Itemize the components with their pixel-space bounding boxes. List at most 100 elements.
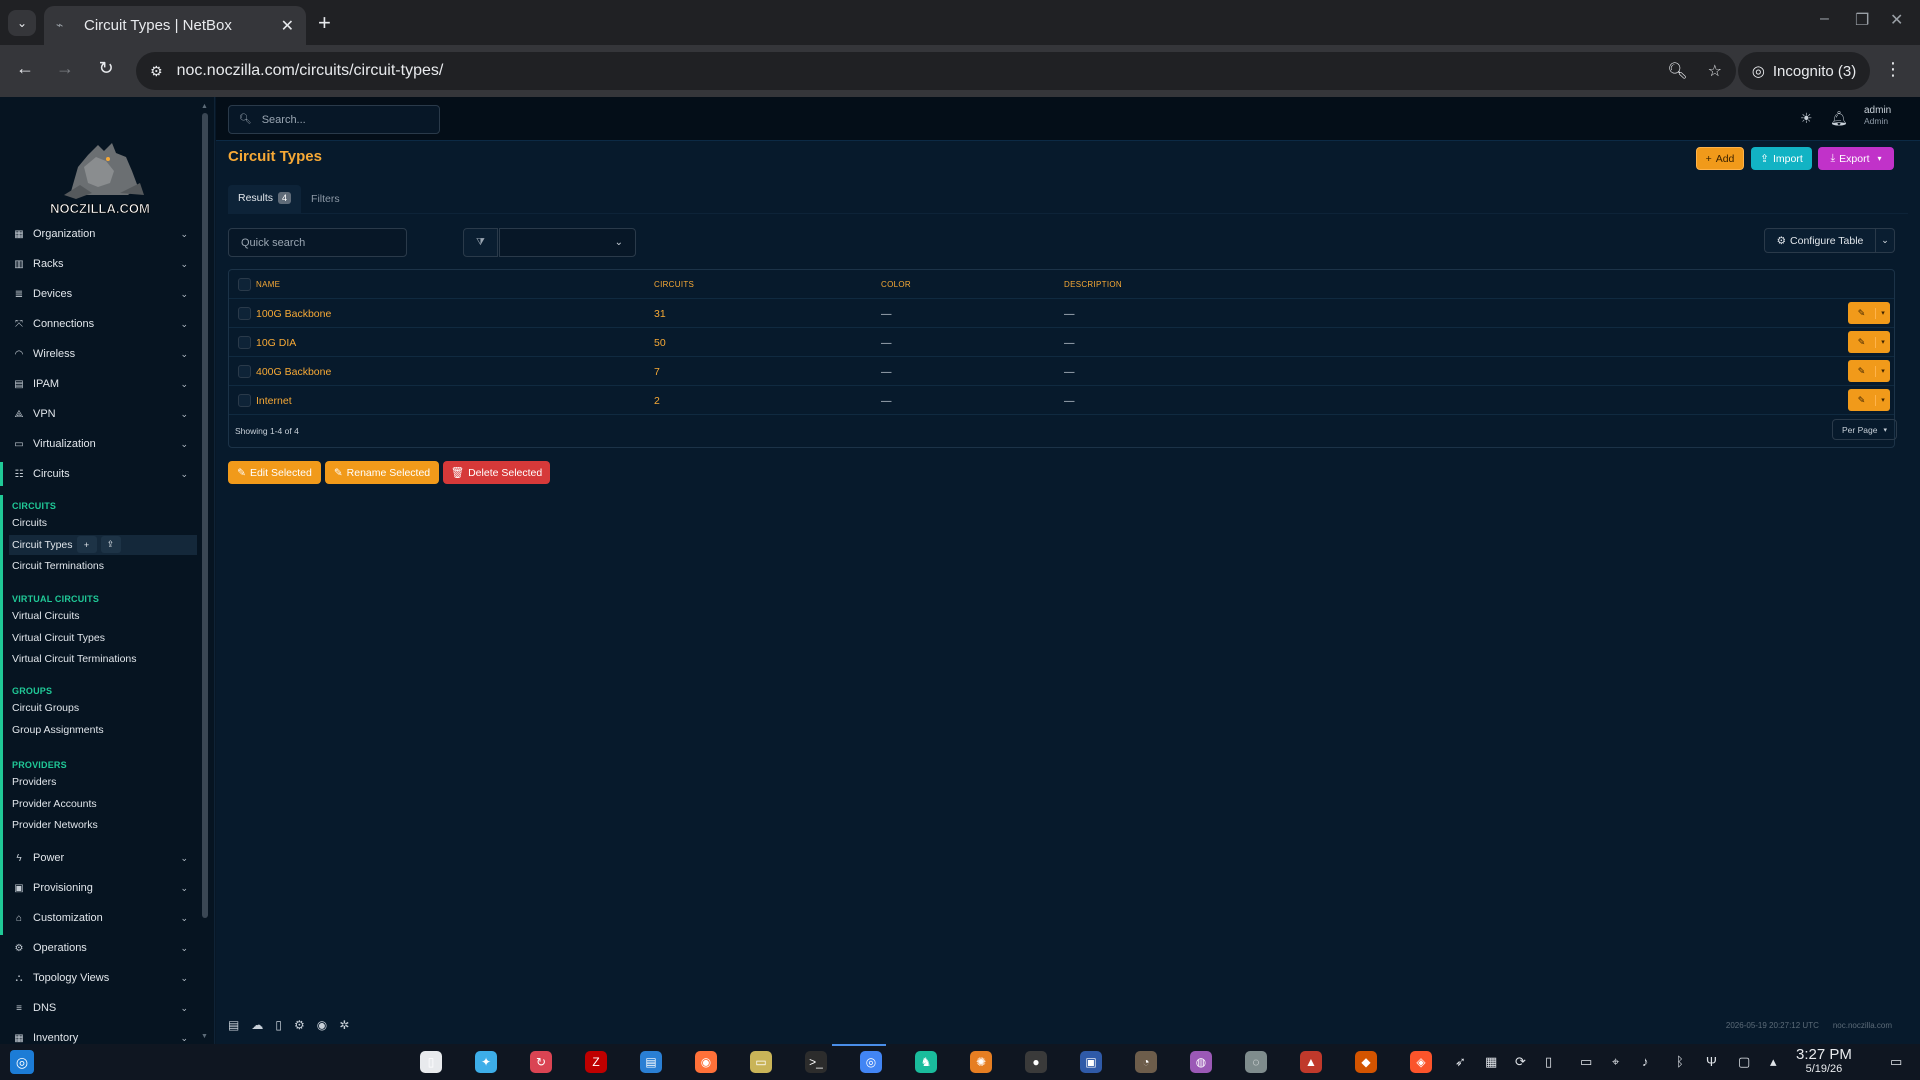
aperture-icon[interactable]: ◌ — [1245, 1051, 1267, 1073]
quick-search[interactable] — [228, 228, 407, 257]
column-header-circuits[interactable]: CIRCUITS — [654, 280, 694, 289]
circuits-count-link[interactable]: 50 — [654, 337, 666, 349]
sidebar-item-inventory[interactable]: ▦ Inventory ⌄ — [0, 1026, 200, 1044]
back-arrow-icon[interactable]: ← — [12, 58, 38, 79]
obs-icon[interactable]: ● — [1025, 1051, 1047, 1073]
teal-app-icon[interactable]: ♞ — [915, 1051, 937, 1073]
zoom-icon[interactable]: 🔍︎ — [1667, 61, 1687, 81]
tray-monitor-icon[interactable]: ▭ — [1580, 1054, 1592, 1070]
reload-icon[interactable]: ↻ — [93, 58, 119, 79]
sidebar-item-power[interactable]: ϟ Power ⌄ — [0, 846, 200, 870]
sidebar-item-racks[interactable]: ▥ Racks ⌄ — [0, 252, 200, 276]
sidebar-item-customization[interactable]: ⌂ Customization ⌄ — [0, 906, 200, 930]
tab-results[interactable]: Results 4 — [228, 185, 302, 213]
firefox-icon[interactable]: ◉ — [695, 1051, 717, 1073]
docs-book-icon[interactable]: ▤ — [228, 1018, 239, 1032]
restore-icon[interactable]: ❐ — [1855, 10, 1869, 30]
kde-connect-icon[interactable]: ✦ — [475, 1051, 497, 1073]
sidebar-item-dns[interactable]: ≡ DNS ⌄ — [0, 996, 200, 1020]
row-edit-button[interactable]: ✎ ▾ — [1848, 360, 1890, 382]
sidebar-scroll-thumb[interactable] — [202, 113, 208, 918]
tray-location-icon[interactable]: ⌖ — [1612, 1054, 1619, 1070]
spectrum-icon[interactable]: ◍ — [1190, 1051, 1212, 1073]
sidebar-item-topology-views[interactable]: ⛬ Topology Views ⌄ — [0, 966, 200, 990]
configure-table-button[interactable]: ⚙ Configure Table — [1764, 228, 1876, 253]
circuits-count-link[interactable]: 7 — [654, 366, 660, 378]
sidebar-link-virtual-circuit-types[interactable]: Virtual Circuit Types — [9, 628, 197, 648]
sidebar-item-vpn[interactable]: ⟁ VPN ⌄ — [0, 402, 200, 426]
bookmark-star-icon[interactable]: ☆ — [1708, 61, 1722, 81]
sidebar-item-devices[interactable]: ≣ Devices ⌄ — [0, 282, 200, 306]
tray-clipboard-icon[interactable]: ▦ — [1485, 1054, 1497, 1070]
row-checkbox[interactable] — [238, 365, 251, 378]
global-search-input[interactable] — [261, 113, 432, 126]
chevron-down-icon[interactable]: ▾ — [1876, 396, 1890, 404]
site-settings-icon[interactable]: ⚙ — [150, 63, 163, 80]
configure-table-dropdown[interactable]: ⌄ — [1876, 228, 1895, 253]
writer-icon[interactable]: ▤ — [640, 1051, 662, 1073]
api-doc-icon[interactable]: ▯ — [275, 1018, 282, 1032]
system-clock[interactable]: 3:27 PM 5/19/26 — [1796, 1046, 1852, 1075]
global-search[interactable]: 🔍︎ — [228, 105, 440, 134]
virtualbox-icon[interactable]: ▣ — [1080, 1051, 1102, 1073]
sidebar-link-provider-accounts[interactable]: Provider Accounts — [9, 794, 197, 814]
add-button[interactable]: + Add — [1696, 147, 1744, 170]
filter-icon[interactable]: ⧩ — [463, 228, 498, 257]
row-checkbox[interactable] — [238, 394, 251, 407]
sidebar-link-provider-networks[interactable]: Provider Networks — [9, 815, 197, 835]
circuit-type-name-link[interactable]: 10G DIA — [256, 337, 296, 349]
gimp-icon[interactable]: ◔ — [1135, 1051, 1157, 1073]
sidebar-link-circuit-groups[interactable]: Circuit Groups — [9, 698, 197, 718]
community-icon[interactable]: ✲ — [339, 1018, 349, 1032]
sidebar-link-circuit-types[interactable]: Circuit Types + ⇪ — [9, 534, 197, 555]
tab-filters[interactable]: Filters — [301, 185, 350, 213]
new-tab-plus-icon[interactable]: + — [318, 10, 331, 36]
incognito-button[interactable]: ◎ Incognito (3) — [1738, 52, 1870, 90]
bluetooth-icon[interactable]: ᛒ — [1676, 1054, 1684, 1069]
saved-filter-select[interactable]: ⌄ — [499, 228, 636, 257]
sidebar-scrollbar[interactable]: ▲ ▼ — [201, 103, 209, 1043]
colorwheel-icon[interactable]: ✺ — [970, 1051, 992, 1073]
sidebar-item-virtualization[interactable]: ▭ Virtualization ⌄ — [0, 432, 200, 456]
forward-arrow-icon[interactable]: → — [52, 58, 78, 79]
volume-icon[interactable]: ♪ — [1642, 1054, 1649, 1069]
file-manager-icon[interactable]: ▭ — [750, 1051, 772, 1073]
circuits-count-link[interactable]: 2 — [654, 395, 660, 407]
browser-menu-icon[interactable]: ⋮ — [1884, 59, 1902, 80]
export-button[interactable]: ⤓ Export ▾ — [1818, 147, 1894, 170]
sidebar-link-providers[interactable]: Providers — [9, 772, 197, 792]
theme-toggle-icon[interactable]: ☀ — [1800, 110, 1813, 127]
display-icon[interactable]: ▢ — [1738, 1054, 1750, 1070]
row-edit-button[interactable]: ✎ ▾ — [1848, 389, 1890, 411]
tray-devices-icon[interactable]: ▯ — [1545, 1054, 1552, 1070]
chrome-icon[interactable]: ◎ — [860, 1051, 882, 1073]
sidebar-item-operations[interactable]: ⚙ Operations ⌄ — [0, 936, 200, 960]
minimize-icon[interactable]: – — [1820, 10, 1829, 28]
add-plus-icon[interactable]: + — [76, 536, 97, 554]
tray-expand-icon[interactable]: ▴ — [1770, 1054, 1777, 1070]
circuit-type-name-link[interactable]: 100G Backbone — [256, 308, 331, 320]
circuit-type-name-link[interactable]: 400G Backbone — [256, 366, 331, 378]
quick-search-input[interactable] — [241, 236, 401, 249]
column-header-color[interactable]: COLOR — [881, 280, 911, 289]
files-icon[interactable]: ▯ — [420, 1051, 442, 1073]
url-text[interactable]: noc.noczilla.com/circuits/circuit-types/ — [177, 62, 1648, 80]
start-menu-icon[interactable]: ◎ — [10, 1050, 34, 1074]
terminal-icon[interactable]: >_ — [805, 1051, 827, 1073]
import-button[interactable]: ⇪ Import — [1751, 147, 1812, 170]
sidebar-item-provisioning[interactable]: ▣ Provisioning ⌄ — [0, 876, 200, 900]
import-upload-icon[interactable]: ⇪ — [100, 536, 121, 554]
red-triangle-icon[interactable]: ▲ — [1300, 1051, 1322, 1073]
sidebar-link-circuit-terminations[interactable]: Circuit Terminations — [9, 556, 197, 576]
sidebar-link-virtual-circuits[interactable]: Virtual Circuits — [9, 606, 197, 626]
window-close-icon[interactable]: ✕ — [1890, 10, 1903, 30]
rename-selected-button[interactable]: ✎ Rename Selected — [325, 461, 439, 484]
row-checkbox[interactable] — [238, 336, 251, 349]
sidebar-link-circuits[interactable]: Circuits — [9, 513, 197, 533]
noczilla-logo[interactable]: NOCZILLA.COM — [40, 137, 160, 217]
select-all-checkbox[interactable] — [238, 278, 251, 291]
sidebar-link-virtual-circuit-terminations[interactable]: Virtual Circuit Terminations — [9, 649, 197, 669]
notification-center-icon[interactable]: ▭ — [1890, 1054, 1902, 1070]
row-checkbox[interactable] — [238, 307, 251, 320]
scroll-up-icon[interactable]: ▲ — [201, 103, 208, 110]
